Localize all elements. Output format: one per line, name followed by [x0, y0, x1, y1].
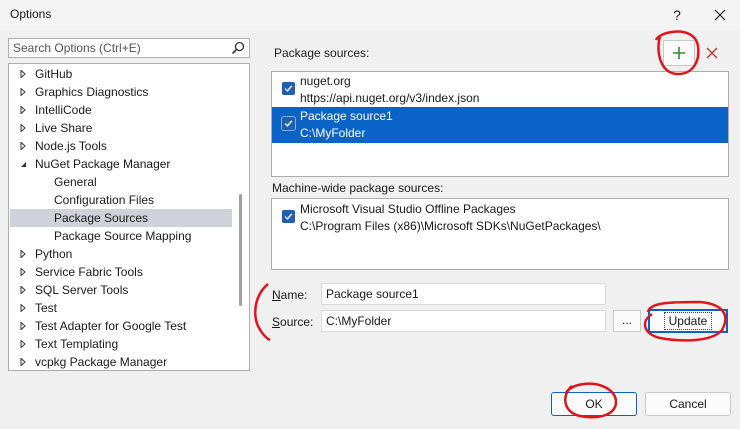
source-name: nuget.org — [300, 74, 351, 88]
window-title: Options — [10, 7, 52, 21]
tree-item-general[interactable]: General — [10, 173, 232, 191]
cancel-button[interactable]: Cancel — [645, 392, 731, 416]
source-enabled-checkbox[interactable] — [282, 82, 295, 95]
tree-scrollbar[interactable] — [239, 194, 242, 306]
tree-item-label: NuGet Package Manager — [35, 157, 171, 171]
options-tree[interactable]: GitHub Graphics Diagnostics IntelliCode … — [8, 63, 250, 371]
remove-source-button[interactable] — [698, 40, 726, 66]
tree-item-label: vcpkg Package Manager — [35, 355, 168, 369]
expand-arrow-icon[interactable] — [18, 83, 28, 101]
checkmark-icon — [284, 213, 293, 220]
tree-item-package-source-mapping[interactable]: Package Source Mapping — [10, 227, 232, 245]
source-input[interactable] — [322, 311, 605, 331]
help-button[interactable]: ? — [664, 3, 690, 27]
expand-arrow-icon[interactable] — [18, 353, 28, 370]
tree-item-label: Live Share — [35, 121, 93, 135]
expand-arrow-icon[interactable] — [18, 335, 28, 353]
browse-button[interactable]: ... — [613, 310, 641, 332]
close-button[interactable] — [706, 3, 734, 27]
tree-item-label: Configuration Files — [54, 193, 155, 207]
tree-item-label: Node.js Tools — [35, 139, 107, 153]
tree-item-configuration-files[interactable]: Configuration Files — [10, 191, 232, 209]
tree-item-github[interactable]: GitHub — [10, 65, 232, 83]
search-box[interactable] — [8, 38, 250, 58]
tree-item-vcpkg-package-manager[interactable]: vcpkg Package Manager — [10, 353, 232, 370]
expand-arrow-icon[interactable] — [18, 281, 28, 299]
expand-arrow-icon[interactable] — [18, 263, 28, 281]
tree-item-service-fabric-tools[interactable]: Service Fabric Tools — [10, 263, 232, 281]
tree-item-test[interactable]: Test — [10, 299, 232, 317]
tree-item-nodejs-tools[interactable]: Node.js Tools — [10, 137, 232, 155]
tree-item-python[interactable]: Python — [10, 245, 232, 263]
update-button-label: Update — [663, 312, 713, 330]
source-enabled-checkbox[interactable] — [282, 210, 295, 223]
package-source-row-selected[interactable]: Package source1 C:\MyFolder — [272, 107, 728, 143]
tree-item-live-share[interactable]: Live Share — [10, 119, 232, 137]
add-source-button[interactable] — [663, 40, 695, 66]
title-bar — [0, 0, 740, 30]
name-label: Name: — [272, 288, 308, 302]
tree-item-nuget-package-manager[interactable]: NuGet Package Manager — [10, 155, 232, 173]
tree-item-label: Package Source Mapping — [54, 229, 192, 243]
tree-item-test-adapter-google-test[interactable]: Test Adapter for Google Test — [10, 317, 232, 335]
collapse-arrow-icon[interactable] — [18, 155, 28, 173]
tree-item-label: Service Fabric Tools — [35, 265, 143, 279]
annotation-arc-form — [254, 283, 271, 342]
tree-item-graphics-diagnostics[interactable]: Graphics Diagnostics — [10, 83, 232, 101]
expand-arrow-icon[interactable] — [18, 137, 28, 155]
search-icon[interactable] — [231, 41, 245, 55]
tree-item-label: SQL Server Tools — [35, 283, 129, 297]
machine-sources-label: Machine-wide package sources: — [272, 181, 444, 195]
source-field[interactable] — [321, 310, 606, 332]
update-button[interactable]: Update — [648, 309, 728, 333]
source-url: C:\Program Files (x86)\Microsoft SDKs\Nu… — [300, 219, 601, 233]
source-name: Package source1 — [300, 109, 393, 123]
expand-arrow-icon[interactable] — [18, 119, 28, 137]
tree-item-label: Test — [35, 301, 58, 315]
expand-arrow-icon[interactable] — [18, 299, 28, 317]
tree-item-label: Graphics Diagnostics — [35, 85, 149, 99]
tree-item-label: General — [54, 175, 97, 189]
machine-source-row[interactable]: Microsoft Visual Studio Offline Packages… — [272, 200, 728, 236]
tree-item-label: IntelliCode — [35, 103, 92, 117]
package-source-row[interactable]: nuget.org https://api.nuget.org/v3/index… — [272, 72, 728, 108]
name-input[interactable] — [322, 284, 605, 304]
expand-arrow-icon[interactable] — [18, 317, 28, 335]
close-icon — [714, 9, 726, 21]
package-sources-list[interactable]: nuget.org https://api.nuget.org/v3/index… — [271, 71, 729, 177]
source-url: https://api.nuget.org/v3/index.json — [300, 91, 480, 105]
source-enabled-checkbox[interactable] — [281, 116, 296, 131]
tree-item-label: Package Sources — [54, 211, 149, 225]
checkmark-icon — [284, 85, 293, 92]
plus-icon — [673, 47, 685, 59]
name-field[interactable] — [321, 283, 606, 305]
remove-icon — [706, 47, 718, 59]
expand-arrow-icon[interactable] — [18, 65, 28, 83]
search-input[interactable] — [9, 39, 219, 57]
source-url: C:\MyFolder — [300, 126, 366, 140]
tree-item-text-templating[interactable]: Text Templating — [10, 335, 232, 353]
checkmark-icon — [284, 120, 293, 127]
tree-item-label: Python — [35, 247, 73, 261]
source-label: Source: — [272, 315, 314, 329]
package-sources-label: Package sources: — [274, 46, 370, 60]
source-name: Microsoft Visual Studio Offline Packages — [300, 202, 516, 216]
expand-arrow-icon[interactable] — [18, 101, 28, 119]
expand-arrow-icon[interactable] — [18, 245, 28, 263]
machine-sources-list[interactable]: Microsoft Visual Studio Offline Packages… — [271, 198, 729, 270]
ok-button[interactable]: OK — [551, 392, 637, 416]
tree-item-label: Text Templating — [35, 337, 119, 351]
tree-item-label: GitHub — [35, 67, 73, 81]
tree-item-package-sources[interactable]: Package Sources — [10, 209, 232, 227]
tree-item-sql-server-tools[interactable]: SQL Server Tools — [10, 281, 232, 299]
tree-item-intellicode[interactable]: IntelliCode — [10, 101, 232, 119]
tree-item-label: Test Adapter for Google Test — [35, 319, 187, 333]
